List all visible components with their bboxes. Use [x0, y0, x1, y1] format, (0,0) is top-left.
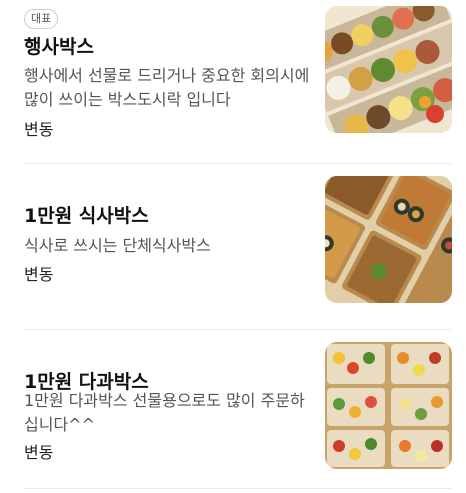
event-lunchbox-photo-art: [325, 6, 452, 133]
item-divider: [24, 163, 452, 164]
menu-list: 대표 행사박스 행사에서 선물로 드리거나 중요한 회의시에 많이 쓰이는 박스…: [0, 0, 466, 493]
menu-item-description: 식사로 쓰시는 단체식사박스: [24, 236, 211, 255]
featured-badge: 대표: [24, 9, 59, 29]
menu-item-name: 1만원 식사박스: [24, 205, 149, 227]
menu-item-description: 1만원 다과박스 선물용으로도 많이 주문하십니다^^: [24, 391, 305, 434]
event-lunchbox-photo[interactable]: [325, 6, 452, 133]
menu-item-name: 행사박스: [24, 36, 94, 58]
menu-item-event-box[interactable]: 대표 행사박스 행사에서 선물로 드리거나 중요한 회의시에 많이 쓰이는 박스…: [24, 6, 452, 141]
snack-box-photo[interactable]: [325, 342, 452, 469]
menu-item-price: 변동: [24, 265, 54, 284]
menu-item-meal-box[interactable]: 1만원 식사박스 식사로 쓰시는 단체식사박스 변동: [24, 176, 452, 311]
meal-box-photo-art: [325, 176, 452, 303]
meal-box-photo[interactable]: [325, 176, 452, 303]
menu-item-price: 변동: [24, 443, 54, 462]
item-divider: [24, 329, 452, 330]
menu-item-description: 행사에서 선물로 드리거나 중요한 회의시에 많이 쓰이는 박스도시락 입니다: [24, 66, 310, 109]
menu-item-price: 변동: [24, 120, 54, 139]
menu-item-snack-box[interactable]: 1만원 다과박스 1만원 다과박스 선물용으로도 많이 주문하십니다^^ 변동: [24, 342, 452, 477]
item-divider: [24, 488, 452, 489]
snack-box-photo-art: [325, 342, 452, 469]
